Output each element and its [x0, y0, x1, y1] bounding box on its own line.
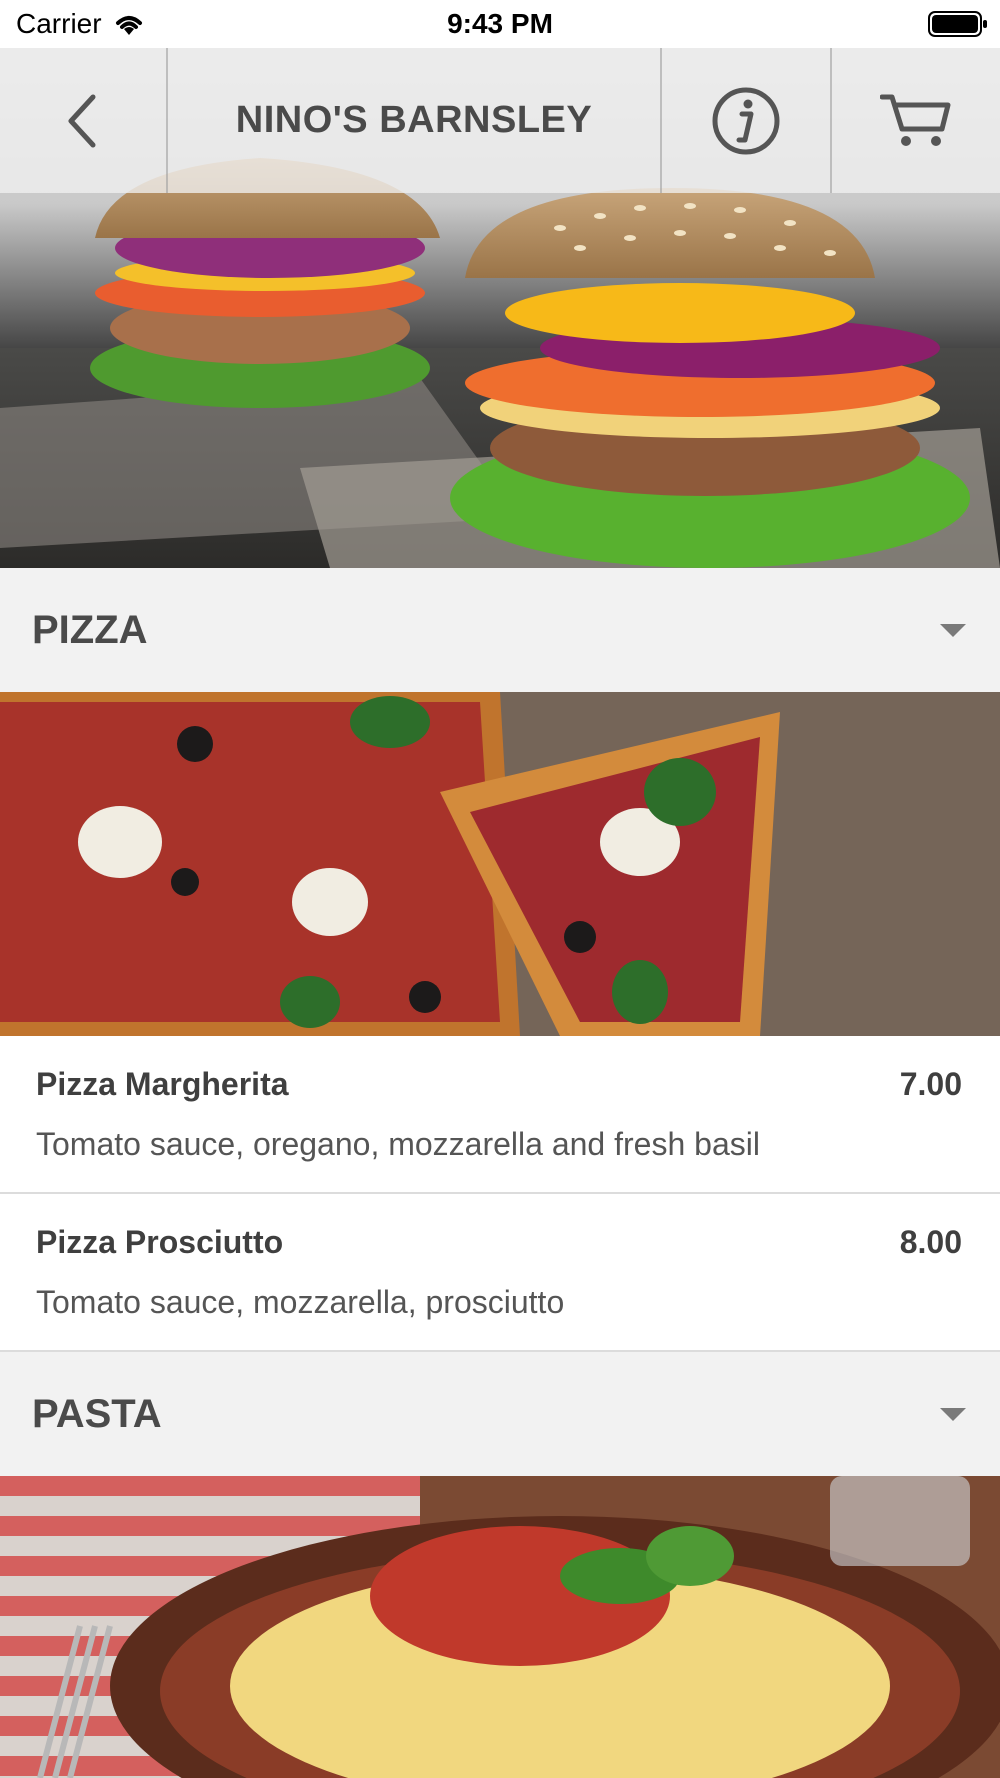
section-header-pizza[interactable]: PIZZA: [0, 568, 1000, 692]
section-title: PASTA: [32, 1391, 162, 1436]
item-price: 8.00: [899, 1224, 962, 1260]
section-header-pasta[interactable]: PASTA: [0, 1352, 1000, 1476]
item-name: Pizza Margherita: [36, 1066, 289, 1102]
item-name: Pizza Prosciutto: [36, 1224, 284, 1260]
chevron-left-icon: [68, 94, 96, 147]
cart-button[interactable]: [832, 48, 1000, 193]
info-icon: [712, 87, 780, 154]
page-title: NINO'S BARNSLEY: [168, 48, 662, 193]
status-bar: Carrier 9:43 PM: [0, 0, 1000, 48]
menu-item[interactable]: Pizza Prosciutto 8.00 Tomato sauce, mozz…: [0, 1194, 1000, 1352]
pasta-illustration: [0, 1476, 1000, 1778]
cart-icon: [880, 94, 951, 146]
info-button[interactable]: [662, 48, 832, 193]
battery-icon: [928, 11, 987, 37]
item-description: Tomato sauce, mozzarella, prosciutto: [36, 1284, 565, 1320]
pasta-image: [0, 1476, 1000, 1778]
item-price: 7.00: [899, 1066, 962, 1102]
back-button[interactable]: [0, 48, 168, 193]
item-description: Tomato sauce, oregano, mozzarella and fr…: [36, 1126, 760, 1162]
caret-down-icon: [940, 624, 966, 637]
menu-item[interactable]: Pizza Margherita 7.00 Tomato sauce, oreg…: [0, 1036, 1000, 1194]
nav-bar: NINO'S BARNSLEY: [0, 48, 1000, 193]
caret-down-icon: [940, 1408, 966, 1421]
pizza-illustration: [0, 692, 1000, 1036]
status-time: 9:43 PM: [447, 8, 553, 39]
pizza-image: [0, 692, 1000, 1036]
section-title: PIZZA: [32, 607, 148, 652]
